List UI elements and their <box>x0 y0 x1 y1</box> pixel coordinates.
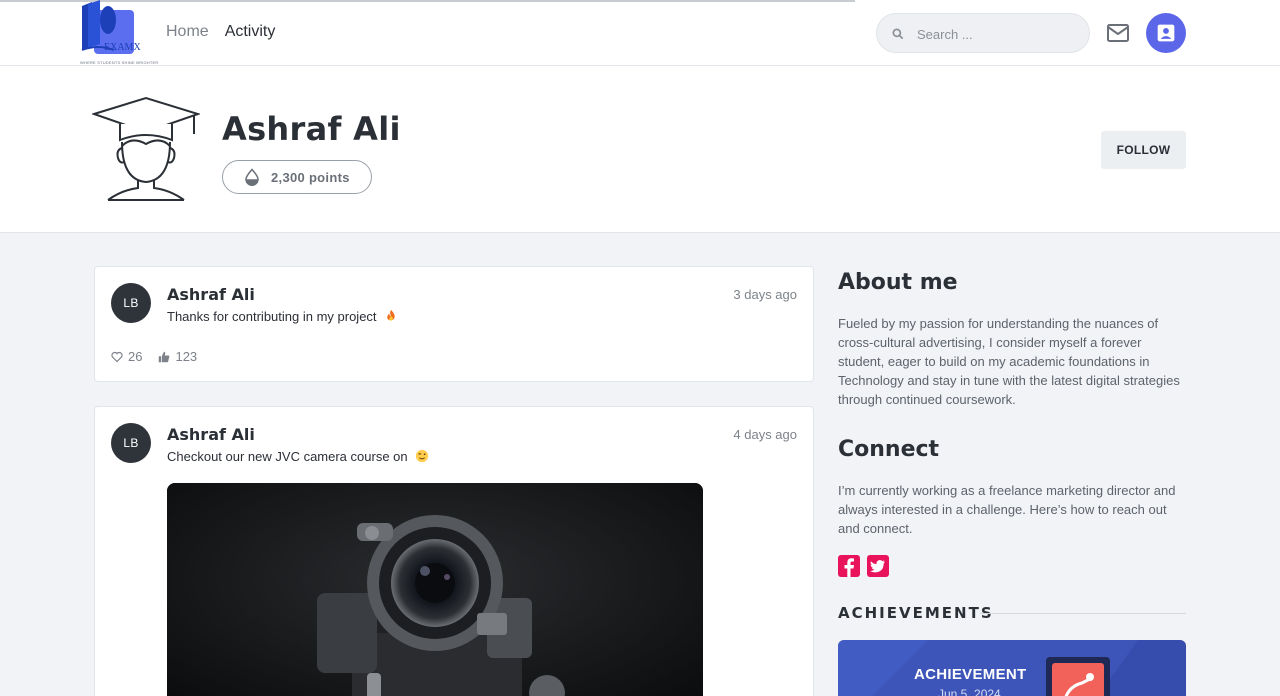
search-box[interactable] <box>876 13 1090 53</box>
svg-text:EXAMX: EXAMX <box>104 42 141 53</box>
main-nav: Home Activity <box>166 23 275 41</box>
fire-emoji-icon <box>387 309 395 321</box>
logo-tagline: WHERE STUDENTS SHINE BRIGHTER <box>80 60 159 65</box>
mail-icon[interactable] <box>1106 22 1130 44</box>
examx-logo[interactable]: EXAMX WHERE STUDENTS SHINE BRIGHTER <box>78 0 158 66</box>
about-me-title: About me <box>838 270 958 295</box>
graduate-avatar-icon <box>92 96 200 201</box>
connect-text: I’m currently working as a freelance mar… <box>838 483 1176 536</box>
account-box-icon <box>1157 24 1175 42</box>
about-me-text: Fueled by my passion for understanding t… <box>838 316 1180 407</box>
heart-icon[interactable] <box>111 351 123 363</box>
likes-count: 26 <box>128 349 143 364</box>
post-card: LB Ashraf Ali 4 days ago Checkout our ne… <box>94 406 814 696</box>
post-text: Checkout our new JVC camera course on <box>167 449 429 464</box>
profile-header: Ashraf Ali 2,300 points FOLLOW <box>0 66 1280 233</box>
achievement-date: Jun 5, 2024 <box>938 687 1001 696</box>
nav-activity[interactable]: Activity <box>225 23 276 41</box>
post-text-content: Thanks for contributing in my project <box>167 309 377 324</box>
drop-icon <box>245 168 259 186</box>
post-author[interactable]: Ashraf Ali <box>167 285 255 304</box>
post-stats: 26 123 <box>111 349 197 364</box>
achievement-label: ACHIEVEMENT <box>914 666 1027 683</box>
post-author[interactable]: Ashraf Ali <box>167 425 255 444</box>
nav-home[interactable]: Home <box>166 23 209 41</box>
top-navbar: EXAMX WHERE STUDENTS SHINE BRIGHTER Home… <box>0 0 1280 66</box>
wink-emoji-icon <box>416 449 429 463</box>
post-avatar[interactable]: LB <box>111 423 151 463</box>
points-badge: 2,300 points <box>222 160 372 194</box>
post-avatar[interactable]: LB <box>111 283 151 323</box>
points-value: 2,300 points <box>271 169 350 185</box>
thumb-up-icon[interactable] <box>158 351 170 363</box>
achievement-card[interactable]: ACHIEVEMENT Jun 5, 2024 <box>838 640 1186 696</box>
search-input[interactable] <box>917 24 1077 44</box>
achievements-divider <box>980 613 1186 614</box>
camera-photo <box>167 483 703 696</box>
post-text-content: Checkout our new JVC camera course on <box>167 449 408 464</box>
achievements-title: ACHIEVEMENTS <box>838 604 994 622</box>
post-time: 4 days ago <box>733 427 797 442</box>
facebook-icon[interactable] <box>838 555 860 577</box>
achievement-badge-icon <box>1052 663 1104 696</box>
post-card: LB Ashraf Ali 3 days ago Thanks for cont… <box>94 266 814 382</box>
post-time: 3 days ago <box>733 287 797 302</box>
twitter-icon[interactable] <box>867 555 889 577</box>
camera-course-image[interactable] <box>167 483 703 696</box>
profile-name: Ashraf Ali <box>222 110 401 148</box>
achievement-badge <box>1046 657 1110 696</box>
account-button[interactable] <box>1146 13 1186 53</box>
post-text: Thanks for contributing in my project <box>167 309 398 324</box>
search-icon <box>892 28 904 40</box>
follow-button[interactable]: FOLLOW <box>1101 131 1186 169</box>
connect-title: Connect <box>838 437 940 462</box>
thumbs-count: 123 <box>175 349 198 364</box>
